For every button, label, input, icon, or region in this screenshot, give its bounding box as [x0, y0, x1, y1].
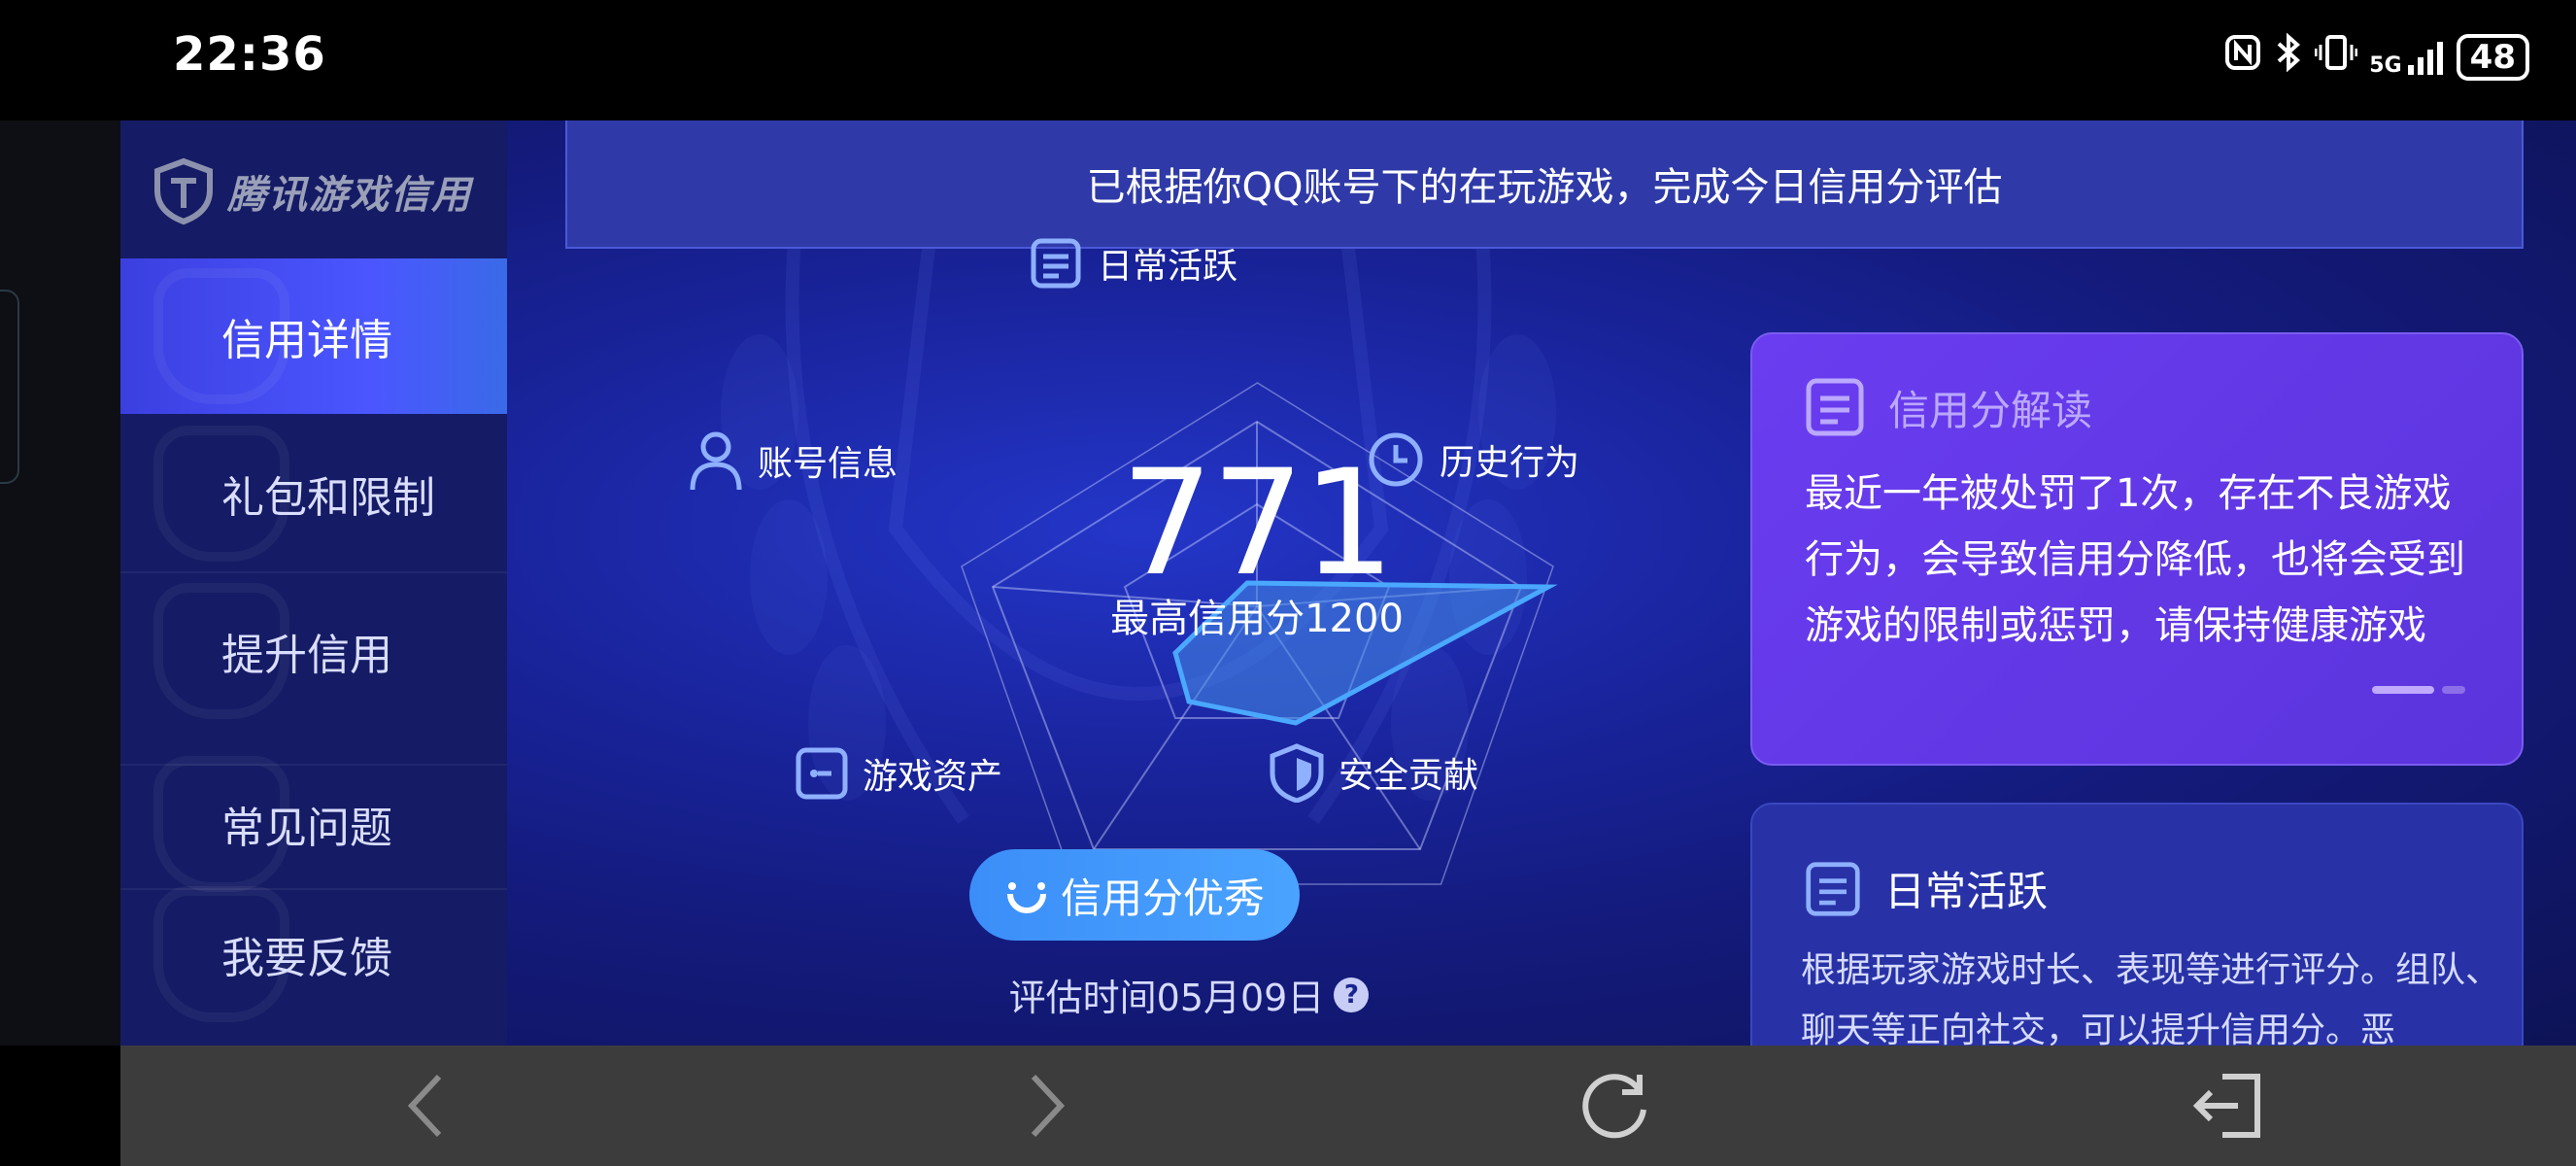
card-header: 日常活跃 — [1805, 859, 2048, 918]
radar-axis-label: 账号信息 — [758, 444, 898, 484]
help-icon[interactable]: ? — [1334, 977, 1370, 1012]
document-icon — [1031, 238, 1081, 289]
card-title: 日常活跃 — [1884, 868, 2049, 915]
edge-panel-handle[interactable] — [0, 290, 19, 484]
radar-axis-account[interactable]: 账号信息 — [688, 429, 898, 492]
sidebar-item-label: 信用详情 — [221, 316, 392, 365]
card-body: 根据玩家游戏时长、表现等进行评分。组队、聊天等正向社交，可以提升信用分。恶 — [1801, 950, 2501, 1046]
back-icon — [407, 1074, 442, 1138]
back-button[interactable] — [389, 1067, 466, 1145]
status-bar: 22:36 5G 48 — [0, 0, 2576, 120]
sidebar-item-gifts-limits[interactable]: 礼包和限制 — [120, 416, 507, 571]
app-logo: 腾讯游戏信用 — [152, 152, 482, 231]
radar-axis-label: 历史行为 — [1440, 443, 1580, 483]
person-icon — [690, 431, 742, 491]
app-window: 腾讯游戏信用 信用详情 礼包和限制 提升信用 常见问题 我要反馈 已根据你QQ账… — [120, 120, 2576, 1046]
status-icons: 5G 48 — [2223, 32, 2529, 81]
sidebar-item-label: 提升信用 — [221, 631, 392, 680]
vibrate-icon — [2314, 33, 2358, 81]
credit-level-badge[interactable]: 信用分优秀 — [969, 849, 1300, 941]
sidebar-item-label: 我要反馈 — [221, 934, 392, 983]
clock-icon — [1369, 432, 1423, 487]
evaluation-time-text: 评估时间05月09日 — [1008, 977, 1325, 1019]
document-icon — [1806, 861, 1860, 916]
carousel-indicator — [2372, 686, 2465, 694]
sidebar-item-label: 常见问题 — [221, 804, 392, 853]
radar-axis-daily-active[interactable]: 日常活跃 — [1028, 235, 1237, 292]
refresh-icon — [1582, 1074, 1646, 1139]
sidebar: 腾讯游戏信用 信用详情 礼包和限制 提升信用 常见问题 我要反馈 — [120, 120, 507, 1046]
card-header: 信用分解读 — [1805, 377, 2092, 437]
card-body: 最近一年被处罚了1次，存在不良游戏行为，会导致信用分降低，也将会受到游戏的限制或… — [1805, 471, 2465, 648]
exit-icon — [2192, 1074, 2260, 1138]
carousel-dot-active — [2372, 686, 2434, 694]
bluetooth-icon — [2274, 32, 2303, 81]
signal-icon: 5G — [2369, 38, 2444, 77]
refresh-button[interactable] — [1577, 1067, 1655, 1145]
exit-button[interactable] — [2189, 1067, 2267, 1145]
left-edge-strip — [0, 120, 120, 1046]
shield-icon — [1270, 743, 1324, 803]
radar-axis-label: 安全贡献 — [1339, 756, 1479, 796]
document-icon — [1806, 378, 1864, 436]
radar-axis-label: 游戏资产 — [863, 757, 1003, 797]
forward-button[interactable] — [1006, 1067, 1084, 1145]
logo-text: 腾讯游戏信用 — [227, 173, 472, 218]
carousel-dot — [2442, 686, 2465, 694]
radar-axis-security[interactable]: 安全贡献 — [1269, 742, 1478, 803]
logo-shield-icon — [154, 157, 213, 225]
max-score-label: 最高信用分1200 — [1110, 597, 1404, 641]
network-type-label: 5G — [2369, 52, 2402, 78]
status-time: 22:36 — [173, 27, 326, 82]
key-icon — [796, 747, 848, 800]
nfc-icon — [2223, 33, 2262, 81]
browser-bottom-bar — [120, 1046, 2576, 1166]
card-daily-active[interactable]: 日常活跃 根据玩家游戏时长、表现等进行评分。组队、聊天等正向社交，可以提升信用分… — [1750, 803, 2524, 1046]
assessment-banner: 已根据你QQ账号下的在玩游戏，完成今日信用分评估 — [565, 120, 2524, 249]
sidebar-item-feedback[interactable]: 我要反馈 — [120, 876, 507, 1032]
card-title: 信用分解读 — [1888, 386, 2093, 434]
radar-axis-label: 日常活跃 — [1098, 247, 1238, 287]
sidebar-item-credit-details[interactable]: 信用详情 — [120, 258, 507, 414]
battery-icon: 48 — [2456, 33, 2529, 81]
banner-text: 已根据你QQ账号下的在玩游戏，完成今日信用分评估 — [1086, 165, 2003, 210]
badge-label: 信用分优秀 — [1060, 874, 1265, 922]
sidebar-item-label: 礼包和限制 — [221, 473, 435, 523]
evaluation-time: 评估时间05月09日 ? — [946, 968, 1432, 1021]
radar-axis-history[interactable]: 历史行为 — [1366, 429, 1579, 490]
forward-icon — [1031, 1074, 1066, 1138]
sidebar-item-improve-credit[interactable]: 提升信用 — [120, 573, 507, 729]
card-credit-interpretation[interactable]: 信用分解读 最近一年被处罚了1次，存在不良游戏行为，会导致信用分降低，也将会受到… — [1750, 332, 2524, 766]
smile-icon — [1006, 882, 1046, 913]
radar-axis-game-assets[interactable]: 游戏资产 — [795, 746, 1002, 801]
